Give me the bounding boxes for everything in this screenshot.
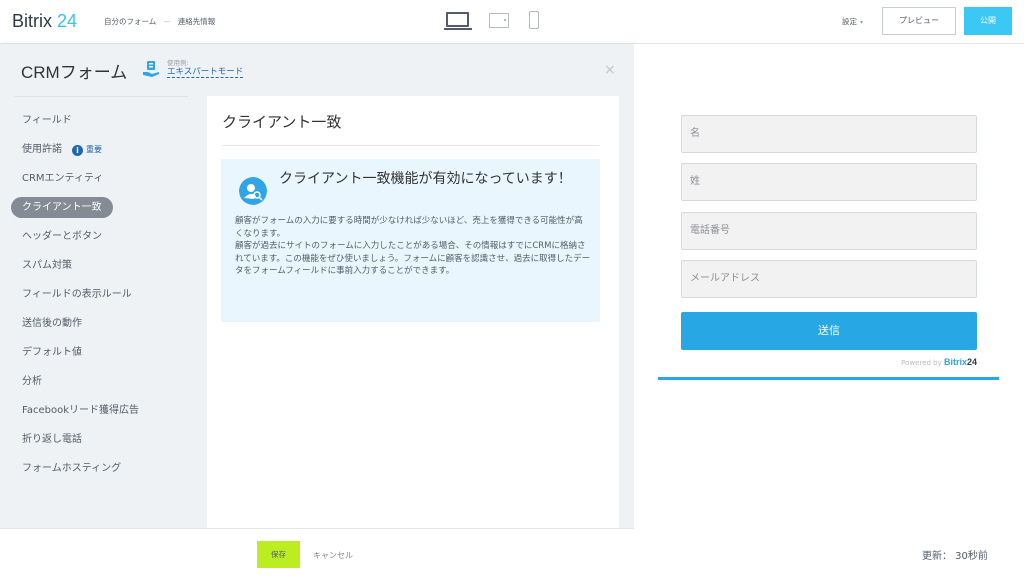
sidebar-item-label: クライアント一致 — [11, 197, 113, 218]
form-preview: 名 姓 電話番号 メールアドレス 送信 Powered by Bitrix24 … — [634, 44, 1024, 576]
divider — [14, 96, 188, 97]
phone-icon[interactable] — [529, 11, 539, 29]
bitrix24-logo[interactable]: Bitrix 24 — [12, 11, 77, 32]
sidebar-item-label: 使用許諾 — [22, 144, 62, 155]
sidebar-item-label: フォームホスティング — [22, 463, 122, 474]
settings-nav: フィールド使用許諾 i 重要 CRMエンティティクライアント一致ヘッダーとボタン スパム… — [11, 108, 201, 485]
sidebar-item-label: フィールドの表示ルール — [22, 289, 132, 300]
editor-footer: 保存 キャンセル — [0, 528, 634, 576]
sidebar-item[interactable]: 使用許諾 i 重要 — [11, 137, 201, 166]
desktop-icon[interactable] — [444, 11, 472, 31]
divider — [222, 145, 599, 146]
expert-mode-link[interactable]: エキスパートモード — [167, 67, 244, 78]
sidebar-item-label: デフォルト値 — [22, 347, 82, 358]
form-editor-panel: CRMフォーム 使用例: エキスパートモード × フィールド使用許諾 i 重要 CRM… — [0, 44, 634, 576]
sidebar-item[interactable]: Facebookリード獲得広告 — [11, 398, 201, 427]
sidebar-item[interactable]: 分析 — [11, 369, 201, 398]
sidebar-item[interactable]: フィールドの表示ルール — [11, 282, 201, 311]
bitrix24-logo: Bitrix24 — [943, 357, 977, 367]
sidebar-item[interactable]: フィールド — [11, 108, 201, 137]
phone-field[interactable]: 電話番号 — [681, 212, 977, 250]
user-hand-icon — [143, 61, 159, 77]
preview-button[interactable]: プレビュー — [882, 7, 956, 35]
info-box: クライアント一致機能が有効になっています！ 顧客がフォームの入力に要する時間が少… — [221, 159, 600, 322]
settings-dropdown[interactable]: 設定 ▾ — [842, 16, 863, 27]
submit-button[interactable]: 送信 — [681, 312, 977, 350]
sidebar-item-label: 折り返し電話 — [22, 434, 82, 445]
info-title: クライアント一致機能が有効になっています！ — [279, 171, 572, 187]
sidebar-item[interactable]: ヘッダーとボタン — [11, 224, 201, 253]
badge-label: 重要 — [86, 145, 102, 154]
sidebar-item-label: 送信後の動作 — [22, 318, 82, 329]
important-badge[interactable]: i 重要 — [72, 137, 102, 162]
section-heading: クライアント一致 — [222, 113, 342, 131]
user-search-icon — [239, 177, 267, 205]
sidebar-item[interactable]: クライアント一致 — [11, 195, 201, 224]
sidebar-item-label: スパム対策 — [22, 260, 72, 271]
chevron-down-icon: ▾ — [860, 19, 864, 26]
info-text: 顧客がフォームの入力に要する時間が少なければ少ないほど、売上を獲得できる可能性が… — [235, 216, 591, 276]
sidebar-item[interactable]: デフォルト値 — [11, 340, 201, 369]
sidebar-item-label: Facebookリード獲得広告 — [22, 405, 139, 416]
tablet-icon[interactable] — [489, 13, 509, 28]
breadcrumb: 自分のフォーム — 連絡先情報 — [104, 16, 215, 27]
updated-status: 更新： 30秒前 — [922, 551, 988, 562]
save-button[interactable]: 保存 — [257, 541, 300, 568]
breadcrumb-contact-info: 連絡先情報 — [177, 17, 216, 26]
breadcrumb-separator: — — [163, 17, 171, 26]
sidebar-item-label: フィールド — [22, 115, 72, 126]
sidebar-item[interactable]: スパム対策 — [11, 253, 201, 282]
sidebar-item-label: CRMエンティティ — [22, 173, 104, 184]
cancel-button[interactable]: キャンセル — [313, 550, 353, 561]
accent-line — [658, 377, 999, 380]
sidebar-item-label: ヘッダーとボタン — [22, 231, 102, 242]
first-name-field[interactable]: 名 — [681, 115, 977, 153]
powered-by: Powered by Bitrix24 — [901, 357, 977, 367]
sidebar-item[interactable]: CRMエンティティ — [11, 166, 201, 195]
sidebar-item-label: 分析 — [22, 376, 42, 387]
publish-button[interactable]: 公開 — [964, 7, 1012, 35]
sidebar-item[interactable]: フォームホスティング — [11, 456, 201, 485]
email-field[interactable]: メールアドレス — [681, 260, 977, 298]
top-bar: Bitrix 24 自分のフォーム — 連絡先情報 設定 ▾ プレビュー 公開 — [0, 0, 1024, 44]
breadcrumb-my-forms[interactable]: 自分のフォーム — [104, 16, 156, 27]
sidebar-item[interactable]: 折り返し電話 — [11, 427, 201, 456]
last-name-field[interactable]: 姓 — [681, 163, 977, 201]
sidebar-item[interactable]: 送信後の動作 — [11, 311, 201, 340]
page-title: CRMフォーム — [21, 63, 128, 82]
info-icon: i — [72, 145, 83, 156]
content-panel: クライアント一致 クライアント一致機能が有効になっています！ 顧客がフォームの入… — [207, 96, 619, 528]
close-icon[interactable]: × — [604, 62, 616, 78]
mode-caption: 使用例: — [167, 59, 189, 67]
